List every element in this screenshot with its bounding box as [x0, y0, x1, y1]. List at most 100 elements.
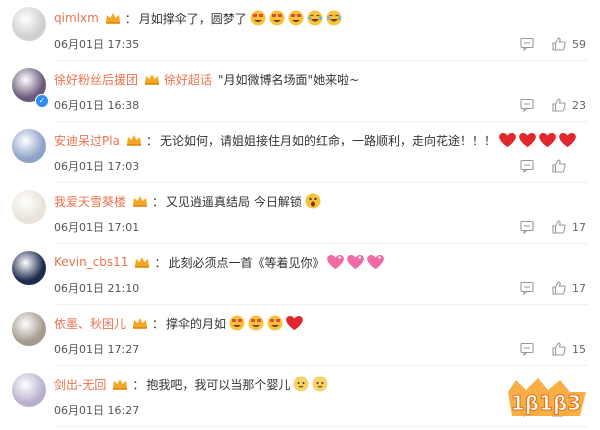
laugh-cry-emoji [326, 10, 342, 26]
verified-badge-icon: ✓ [35, 94, 49, 108]
comment-timestamp: 06月01日 16:27 [54, 404, 140, 417]
username-link[interactable]: 依墨、秋困儿 [54, 315, 126, 332]
colon-separator: ： [152, 316, 165, 331]
comment-timestamp: 06月01日 17:01 [54, 221, 140, 234]
cat-emoji [312, 376, 328, 392]
like-button[interactable]: 17 [552, 220, 588, 234]
thumb-up-icon [552, 37, 566, 51]
like-button[interactable]: 23 [552, 98, 588, 112]
comment-text: 又见逍遥真结局 今日解锁 [166, 194, 302, 209]
sparkle-heart-emoji [367, 254, 385, 269]
like-button[interactable] [552, 159, 588, 173]
heart-emoji [539, 132, 556, 147]
username-link[interactable]: Kevin_cbs11 [54, 255, 128, 269]
laugh-cry-emoji [307, 10, 323, 26]
comment-actions: 17 [520, 220, 588, 234]
reply-icon[interactable] [520, 220, 534, 234]
avatar-image [12, 129, 46, 163]
user-avatar[interactable] [12, 251, 46, 285]
username-link[interactable]: 我爱天雪葵楼 [54, 193, 126, 210]
thumb-up-icon [552, 281, 566, 295]
avatar-image [12, 7, 46, 41]
avatar-image [12, 373, 46, 407]
colon-separator: ： [132, 377, 145, 392]
like-button[interactable]: 17 [552, 281, 588, 295]
avatar-image [12, 251, 46, 285]
comment-line: Kevin_cbs11 ：此刻必须点一首《等着见你》 [54, 253, 385, 271]
comment-timestamp: 06月01日 21:10 [54, 282, 140, 295]
username-link[interactable]: 徐好粉丝后援团 [54, 71, 138, 88]
mention-link[interactable]: 徐好超话 [164, 71, 212, 88]
comment-timestamp: 06月01日 17:35 [54, 38, 140, 51]
comment-item: 安迪呆过Pla ：无论如何，请姐姐接住月如的红命，一路顺利，走向花途！！！ 06月0… [0, 122, 600, 183]
comment-timestamp: 06月01日 17:03 [54, 160, 140, 173]
like-count: 59 [572, 37, 586, 51]
user-avatar[interactable] [12, 7, 46, 41]
user-avatar[interactable] [12, 129, 46, 163]
username-link[interactable]: 安迪呆过Pla [54, 132, 120, 149]
comment-line: 徐好粉丝后援团 徐好超话 "月如微博名场面"她来啦~ [54, 70, 359, 88]
comment-item: ✓ 徐好粉丝后援团 徐好超话 "月如微博名场面"她来啦~ 06月01日 16:38 23 [0, 61, 600, 122]
comment-line: 我爱天雪葵楼 ：又见逍遥真结局 今日解锁 [54, 192, 321, 210]
like-count: 17 [572, 281, 586, 295]
user-avatar[interactable] [12, 190, 46, 224]
comment-item: Kevin_cbs11 ：此刻必须点一首《等着见你》 06月01日 21:10 17 [0, 244, 600, 305]
heart-emoji [559, 132, 576, 147]
cat-emoji [293, 376, 309, 392]
comment-list: qimlxm：月如撑伞了，圆梦了 06月01日 17:35 59 ✓ 徐好粉丝后援团 徐好… [0, 0, 600, 427]
comment-line: 剑出-无回 ：抱我吧，我可以当那个婴儿 [54, 375, 328, 393]
like-button[interactable]: 59 [552, 37, 588, 51]
like-count: 23 [572, 98, 586, 112]
comment-actions: 23 [520, 98, 588, 112]
username-link[interactable]: 剑出-无回 [54, 376, 106, 393]
vip-crown-icon [145, 74, 160, 85]
reply-icon[interactable] [520, 37, 534, 51]
quoted-text: "月如微博名场面"她来啦~ [218, 72, 360, 87]
site-watermark-logo: 1β1β3 [508, 378, 586, 416]
comment-actions: 15 [520, 342, 588, 356]
comment-text: 月如撑伞了，圆梦了 [138, 11, 247, 26]
thumb-up-icon [552, 220, 566, 234]
sparkle-heart-emoji [347, 254, 365, 269]
heart-emoji [286, 315, 303, 330]
vip-crown-icon [133, 196, 148, 207]
comment-line: qimlxm ：月如撑伞了，圆梦了 [54, 9, 342, 27]
colon-separator: ： [124, 11, 137, 26]
heart-emoji [519, 132, 536, 147]
reply-icon[interactable] [520, 159, 534, 173]
like-count: 17 [572, 220, 586, 234]
comment-timestamp: 06月01日 16:38 [54, 99, 140, 112]
comment-text: 抱我吧，我可以当那个婴儿 [146, 377, 291, 392]
reply-icon[interactable] [520, 342, 534, 356]
vip-crown-icon [126, 135, 141, 146]
comment-actions: 17 [520, 281, 588, 295]
comment-item: 我爱天雪葵楼 ：又见逍遥真结局 今日解锁 06月01日 17:01 17 [0, 183, 600, 244]
comment-text: 撑伞的月如 [166, 316, 227, 331]
username-link[interactable]: qimlxm [54, 11, 99, 25]
user-avatar[interactable] [12, 312, 46, 346]
vip-crown-icon [135, 257, 150, 268]
comment-text: 无论如何，请姐姐接住月如的红命，一路顺利，走向花途！！！ [159, 133, 496, 148]
comment-timestamp: 06月01日 17:27 [54, 343, 140, 356]
grin-emoji [250, 10, 266, 26]
avatar-image [12, 312, 46, 346]
reply-icon[interactable] [520, 281, 534, 295]
heart-emoji [499, 132, 516, 147]
grin-emoji [229, 315, 245, 331]
comment-line: 依墨、秋困儿 ：撑伞的月如 [54, 314, 303, 332]
grin-emoji [248, 315, 264, 331]
colon-separator: ： [145, 133, 158, 148]
vip-crown-icon [105, 13, 120, 24]
comment-item: 依墨、秋困儿 ：撑伞的月如 06月01日 17:27 15 [0, 305, 600, 366]
grin-emoji [267, 315, 283, 331]
comment-actions [520, 159, 588, 173]
colon-separator: ： [154, 255, 167, 270]
thumb-up-icon [552, 98, 566, 112]
reply-icon[interactable] [520, 98, 534, 112]
user-avatar[interactable] [12, 373, 46, 407]
sparkle-heart-emoji [327, 254, 345, 269]
like-button[interactable]: 15 [552, 342, 588, 356]
comment-line: 安迪呆过Pla ：无论如何，请姐姐接住月如的红命，一路顺利，走向花途！！！ [54, 131, 576, 149]
svg-text:1β1β3: 1β1β3 [511, 391, 581, 415]
grin-emoji [269, 10, 285, 26]
